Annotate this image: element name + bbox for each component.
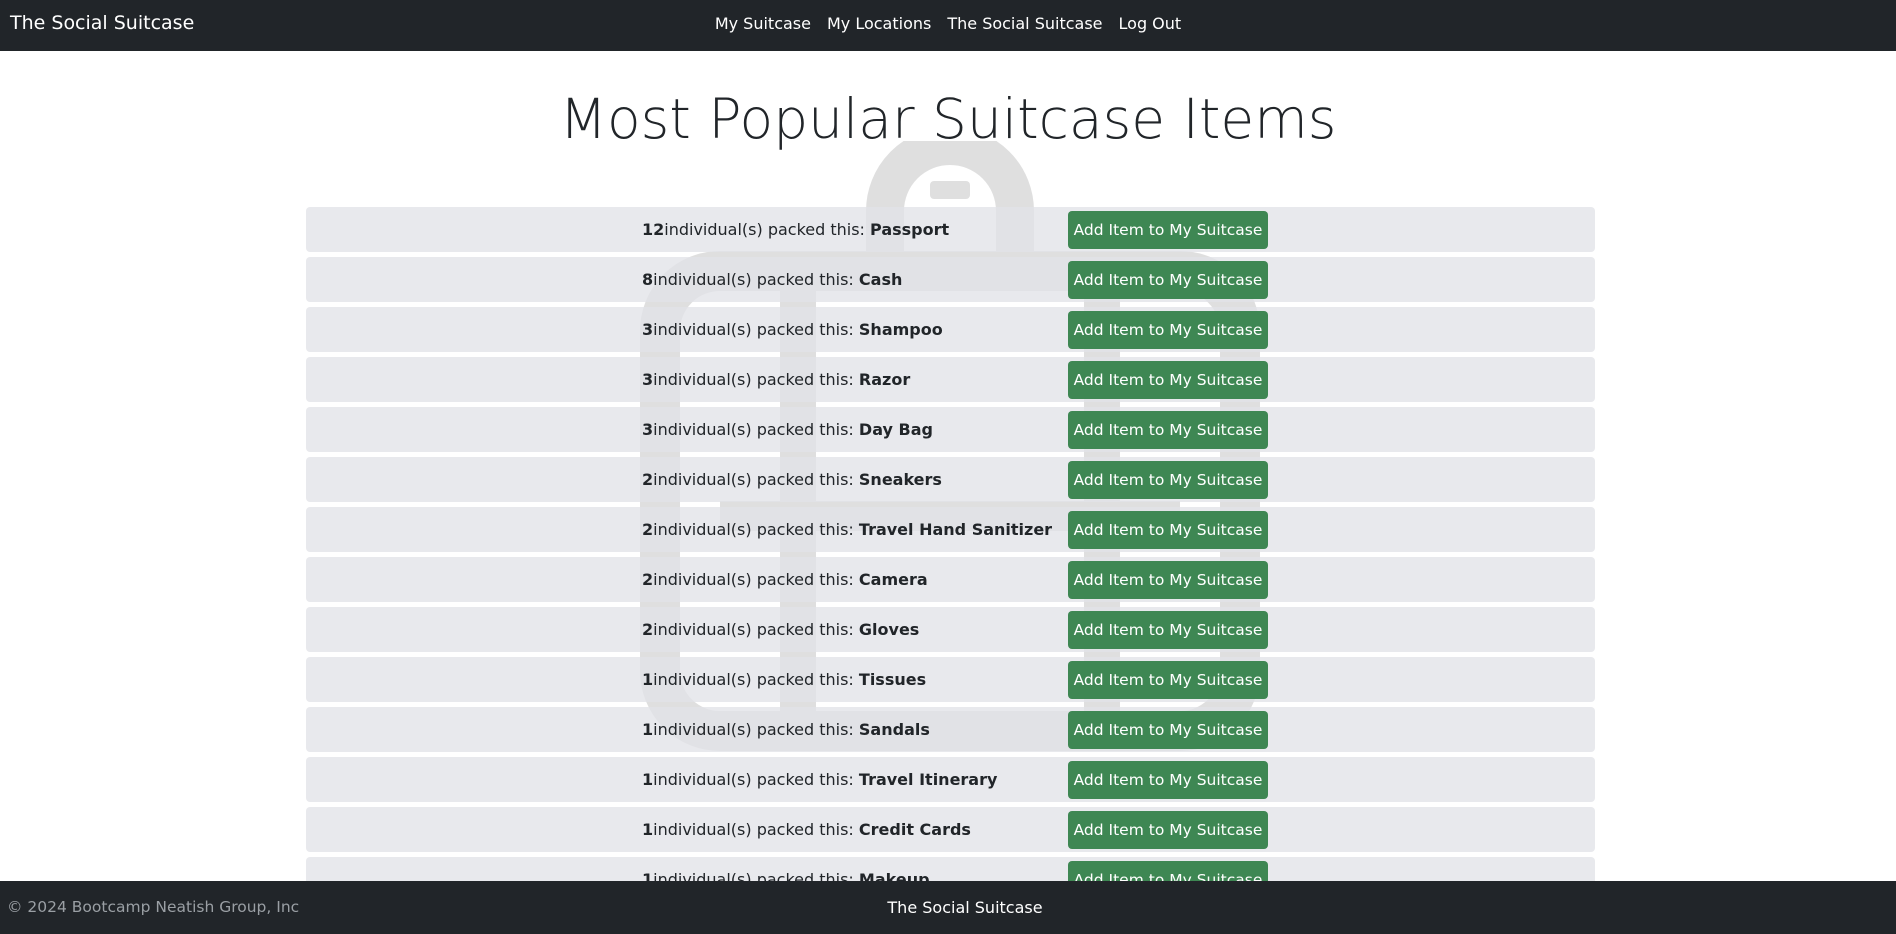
item-name: Razor	[858, 370, 911, 389]
item-packed-label: individual(s) packed this:	[653, 520, 859, 539]
item-count: 3	[642, 370, 654, 389]
item-name: Makeup	[858, 870, 930, 881]
item-count: 12	[642, 220, 665, 239]
item-description: 3individual(s) packed this: Shampoo	[642, 307, 943, 352]
item-count: 3	[642, 320, 654, 339]
item-packed-label: individual(s) packed this:	[653, 870, 859, 881]
nav-link-log-out[interactable]: Log Out	[1119, 14, 1182, 33]
page-title: Most Popular Suitcase Items	[559, 87, 1337, 151]
add-item-button[interactable]: Add Item to My Suitcase	[1068, 761, 1268, 799]
add-item-button[interactable]: Add Item to My Suitcase	[1068, 711, 1268, 749]
item-count: 2	[642, 620, 654, 639]
item-count: 8	[642, 270, 654, 289]
item-name: Tissues	[858, 670, 927, 689]
nav-link-my-locations[interactable]: My Locations	[827, 14, 931, 33]
item-name: Travel Itinerary	[858, 770, 998, 789]
item-name: Shampoo	[858, 320, 943, 339]
add-item-button[interactable]: Add Item to My Suitcase	[1068, 561, 1268, 599]
item-packed-label: individual(s) packed this:	[653, 770, 859, 789]
item-description: 2individual(s) packed this: Travel Hand …	[642, 507, 1052, 552]
item-count: 2	[642, 520, 654, 539]
item-count: 1	[642, 870, 654, 881]
list-item: 2individual(s) packed this: Sneakers Add …	[306, 457, 1595, 502]
item-name: Travel Hand Sanitizer	[858, 520, 1053, 539]
item-description: 3individual(s) packed this: Razor	[642, 357, 910, 402]
list-item: 2individual(s) packed this: Gloves Add It…	[306, 607, 1595, 652]
item-name: Sneakers	[858, 470, 942, 489]
item-description: 2individual(s) packed this: Sneakers	[642, 457, 942, 502]
list-item: 3individual(s) packed this: Razor Add Ite…	[306, 357, 1595, 402]
add-item-button[interactable]: Add Item to My Suitcase	[1068, 511, 1268, 549]
list-item: 1individual(s) packed this: Makeup Add It…	[306, 857, 1595, 881]
item-description: 12individual(s) packed this: Passport	[642, 207, 949, 252]
add-item-button[interactable]: Add Item to My Suitcase	[1068, 861, 1268, 881]
item-name: Passport	[870, 220, 950, 239]
item-name: Credit Cards	[858, 820, 971, 839]
item-name: Camera	[858, 570, 928, 589]
item-count: 1	[642, 670, 654, 689]
nav-links: My Suitcase My Locations The Social Suit…	[0, 0, 1896, 46]
add-item-button[interactable]: Add Item to My Suitcase	[1068, 311, 1268, 349]
footer: © 2024 Bootcamp Neatish Group, Inc The S…	[0, 881, 1896, 934]
item-packed-label: individual(s) packed this:	[653, 320, 859, 339]
item-description: 3individual(s) packed this: Day Bag	[642, 407, 933, 452]
item-description: 1individual(s) packed this: Makeup	[642, 857, 930, 881]
top-navbar: The Social Suitcase My Suitcase My Locat…	[0, 0, 1896, 51]
item-name: Day Bag	[858, 420, 933, 439]
item-count: 2	[642, 470, 654, 489]
list-item: 1individual(s) packed this: Tissues Add I…	[306, 657, 1595, 702]
item-name: Cash	[858, 270, 903, 289]
item-name: Sandals	[858, 720, 930, 739]
list-item: 8individual(s) packed this: Cash Add Item…	[306, 257, 1595, 302]
item-description: 1individual(s) packed this: Travel Itine…	[642, 757, 997, 802]
list-item: 1individual(s) packed this: Credit Cards…	[306, 807, 1595, 852]
list-item: 1individual(s) packed this: Sandals Add I…	[306, 707, 1595, 752]
item-count: 1	[642, 720, 654, 739]
item-packed-label: individual(s) packed this:	[653, 420, 859, 439]
item-count: 1	[642, 820, 654, 839]
item-description: 1individual(s) packed this: Tissues	[642, 657, 926, 702]
nav-link-my-suitcase[interactable]: My Suitcase	[715, 14, 811, 33]
popular-items-list: 12individual(s) packed this: Passport Add…	[306, 207, 1595, 881]
item-packed-label: individual(s) packed this:	[664, 220, 871, 239]
item-count: 2	[642, 570, 654, 589]
item-count: 3	[642, 420, 654, 439]
list-item: 3individual(s) packed this: Day Bag Add I…	[306, 407, 1595, 452]
item-description: 1individual(s) packed this: Sandals	[642, 707, 930, 752]
add-item-button[interactable]: Add Item to My Suitcase	[1068, 411, 1268, 449]
item-packed-label: individual(s) packed this:	[653, 370, 859, 389]
item-packed-label: individual(s) packed this:	[653, 270, 859, 289]
item-description: 1individual(s) packed this: Credit Cards	[642, 807, 971, 852]
item-packed-label: individual(s) packed this:	[653, 820, 859, 839]
list-item: 2individual(s) packed this: Camera Add It…	[306, 557, 1595, 602]
main-content: Most Popular Suitcase Items 12individual…	[0, 51, 1896, 881]
item-packed-label: individual(s) packed this:	[653, 570, 859, 589]
nav-link-social-suitcase[interactable]: The Social Suitcase	[947, 14, 1102, 33]
list-item: 2individual(s) packed this: Travel Hand …	[306, 507, 1595, 552]
add-item-button[interactable]: Add Item to My Suitcase	[1068, 211, 1268, 249]
list-item: 3individual(s) packed this: Shampoo Add I…	[306, 307, 1595, 352]
add-item-button[interactable]: Add Item to My Suitcase	[1068, 661, 1268, 699]
item-packed-label: individual(s) packed this:	[653, 720, 859, 739]
add-item-button[interactable]: Add Item to My Suitcase	[1068, 261, 1268, 299]
item-description: 2individual(s) packed this: Camera	[642, 557, 928, 602]
list-item: 1individual(s) packed this: Travel Itine…	[306, 757, 1595, 802]
add-item-button[interactable]: Add Item to My Suitcase	[1068, 611, 1268, 649]
item-packed-label: individual(s) packed this:	[653, 470, 859, 489]
item-packed-label: individual(s) packed this:	[653, 670, 859, 689]
item-name: Gloves	[858, 620, 920, 639]
add-item-button[interactable]: Add Item to My Suitcase	[1068, 461, 1268, 499]
add-item-button[interactable]: Add Item to My Suitcase	[1068, 361, 1268, 399]
item-packed-label: individual(s) packed this:	[653, 620, 859, 639]
add-item-button[interactable]: Add Item to My Suitcase	[1068, 811, 1268, 849]
footer-brand: The Social Suitcase	[887, 898, 1043, 917]
list-item: 12individual(s) packed this: Passport Add…	[306, 207, 1595, 252]
item-count: 1	[642, 770, 654, 789]
item-description: 2individual(s) packed this: Gloves	[642, 607, 919, 652]
item-description: 8individual(s) packed this: Cash	[642, 257, 902, 302]
